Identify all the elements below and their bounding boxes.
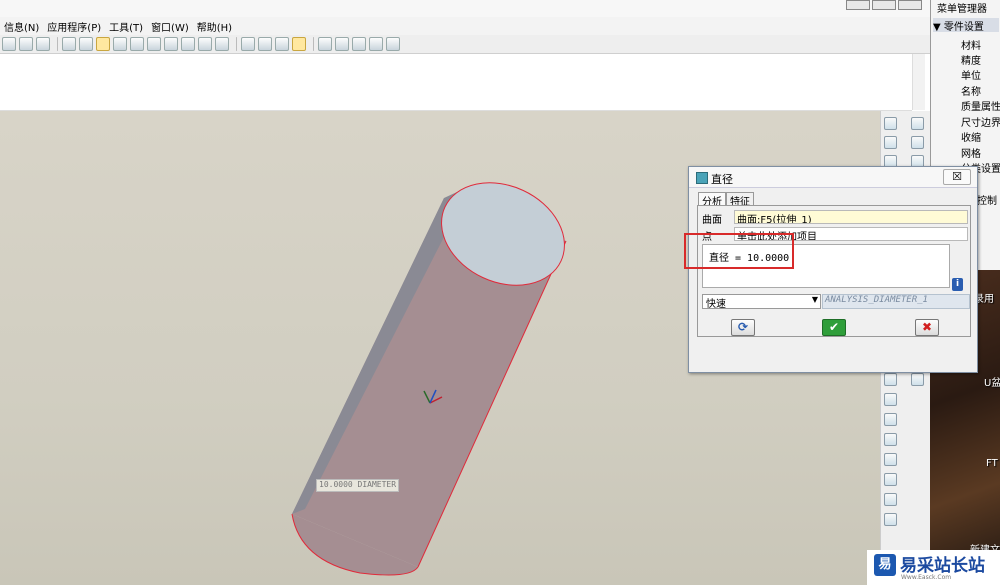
mirror-icon[interactable] <box>884 453 897 466</box>
analysis-panel: 曲面 曲面:F5(拉伸_1) 点 单击此处添加项目 直径 = 10.0000 i… <box>697 205 971 337</box>
round-icon[interactable] <box>884 373 897 386</box>
menu-item-mesh[interactable]: 网格 <box>961 145 981 160</box>
reorient-icon[interactable] <box>181 37 195 51</box>
watermark: 易 易采站长站 Www.Easck.Com <box>867 550 1000 585</box>
surface-collector[interactable]: 曲面:F5(拉伸_1) <box>734 210 968 224</box>
coordinate-systems-icon[interactable] <box>386 37 400 51</box>
datum-icon[interactable] <box>911 117 924 130</box>
menu-tools[interactable]: 工具(T) <box>105 19 147 34</box>
menu-item-control[interactable]: 控制 <box>977 192 997 207</box>
dialog-title-bar[interactable]: 直径 ☒ <box>689 167 977 188</box>
minimize-button[interactable] <box>846 0 870 10</box>
menu-item-mass-props[interactable]: 质量属性 <box>961 98 1000 113</box>
part-setup-header[interactable]: ▼ 零件设置 <box>933 18 999 33</box>
toolbar <box>0 35 932 54</box>
dialog-app-icon <box>696 172 708 184</box>
menu-help[interactable]: 帮助(H) <box>193 19 236 34</box>
find-icon[interactable] <box>19 37 33 51</box>
shell-icon[interactable] <box>884 393 897 406</box>
plane-icon[interactable] <box>884 136 897 149</box>
message-scrollbar[interactable] <box>912 54 925 110</box>
refit-icon[interactable] <box>164 37 178 51</box>
maximize-button[interactable] <box>872 0 896 10</box>
cancel-button[interactable]: ✖ <box>915 319 939 336</box>
menu-window[interactable]: 窗口(W) <box>147 19 193 34</box>
chamfer-icon[interactable] <box>911 373 924 386</box>
dimension-label: 10.0000 DIAMETER <box>316 479 400 492</box>
extend-icon[interactable] <box>884 513 897 526</box>
dialog-title: 直径 <box>711 173 733 186</box>
datum-points-icon[interactable] <box>369 37 383 51</box>
analysis-name-field[interactable]: ANALYSIS_DIAMETER_1 <box>822 294 970 309</box>
menu-applications[interactable]: 应用程序(P) <box>43 19 105 34</box>
menu-info[interactable]: 信息(N) <box>0 19 43 34</box>
toolbar-separator <box>236 37 237 51</box>
menu-item-units[interactable]: 单位 <box>961 67 981 82</box>
orient-icon[interactable] <box>113 37 127 51</box>
toolbar-separator <box>313 37 314 51</box>
tab-analysis[interactable]: 分析 <box>698 192 726 208</box>
hidden-line-icon[interactable] <box>258 37 272 51</box>
menu-item-dim-bound[interactable]: 尺寸边界 <box>961 114 1000 129</box>
watermark-logo: 易 <box>874 554 896 576</box>
view-manager-icon[interactable] <box>215 37 229 51</box>
analysis-mode-select[interactable]: 快速 ▼ <box>702 294 821 310</box>
chevron-down-icon: ▼ <box>811 295 818 304</box>
merge-icon[interactable] <box>884 473 897 486</box>
layers-icon[interactable] <box>62 37 76 51</box>
spin-center-icon[interactable] <box>96 37 110 51</box>
toolbar-separator <box>57 37 58 51</box>
draft-icon[interactable] <box>884 433 897 446</box>
dialog-close-button[interactable]: ☒ <box>943 169 971 185</box>
redo-icon[interactable] <box>2 37 16 51</box>
appearance-icon[interactable] <box>318 37 332 51</box>
wireframe-icon[interactable] <box>241 37 255 51</box>
highlight-callout <box>684 233 794 269</box>
rib-icon[interactable] <box>884 413 897 426</box>
watermark-text: 易采站长站 <box>900 556 985 576</box>
close-button[interactable] <box>898 0 922 10</box>
datum-planes-icon[interactable] <box>335 37 349 51</box>
select-box-icon[interactable] <box>36 37 50 51</box>
no-hidden-icon[interactable] <box>275 37 289 51</box>
title-bar <box>0 0 930 17</box>
trim-icon[interactable] <box>884 493 897 506</box>
repaint-icon[interactable] <box>79 37 93 51</box>
menu-bar: 信息(N) 应用程序(P) 工具(T) 窗口(W) 帮助(H) <box>0 17 930 35</box>
menu-item-shrinkage[interactable]: 收缩 <box>961 129 981 144</box>
tab-feature[interactable]: 特征 <box>726 192 754 208</box>
datum-axes-icon[interactable] <box>352 37 366 51</box>
watermark-url: Www.Easck.Com <box>901 574 952 581</box>
saved-views-icon[interactable] <box>198 37 212 51</box>
diameter-dialog: 直径 ☒ 分析 特征 曲面 曲面:F5(拉伸_1) 点 单击此处添加项目 直径 … <box>688 166 978 373</box>
info-icon[interactable]: i <box>952 278 963 291</box>
message-area <box>0 54 912 111</box>
menu-manager-title: 菜单管理器 <box>937 4 987 15</box>
analysis-mode-value: 快速 <box>706 299 726 310</box>
desktop-icon-label[interactable]: U盆 <box>984 374 1000 389</box>
menu-item-accuracy[interactable]: 精度 <box>961 52 981 67</box>
repeat-button[interactable]: ⟳ <box>731 319 755 336</box>
zoom-out-icon[interactable] <box>147 37 161 51</box>
menu-item-name[interactable]: 名称 <box>961 83 981 98</box>
menu-item-material[interactable]: 材料 <box>961 37 981 52</box>
shading-icon[interactable] <box>292 37 306 51</box>
zoom-in-icon[interactable] <box>130 37 144 51</box>
surface-label: 曲面 <box>702 215 722 226</box>
ok-button[interactable]: ✔ <box>822 319 846 336</box>
desktop-icon-label[interactable]: FT <box>986 458 998 469</box>
window-controls <box>846 0 924 10</box>
sketch-icon[interactable] <box>884 117 897 130</box>
axis-icon[interactable] <box>911 136 924 149</box>
